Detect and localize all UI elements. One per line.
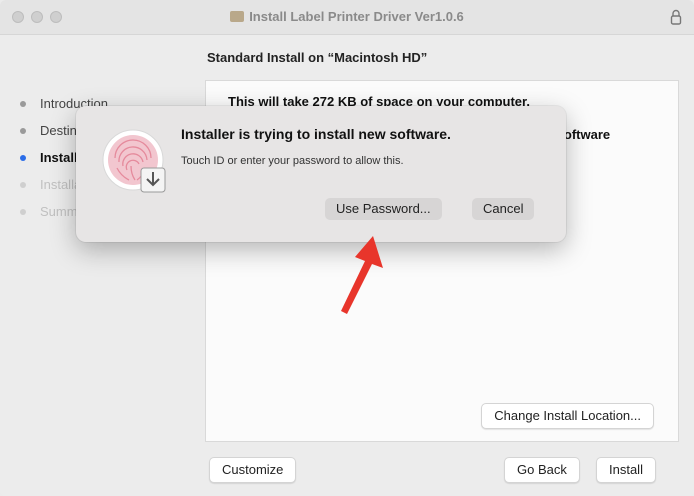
- customize-button[interactable]: Customize: [209, 457, 297, 483]
- step-bullet: [20, 101, 26, 107]
- step-bullet: [20, 182, 26, 188]
- step-bullet: [20, 128, 26, 134]
- page-heading: Standard Install on “Macintosh HD”: [207, 50, 428, 65]
- lock-icon[interactable]: [670, 9, 682, 25]
- change-install-location-button[interactable]: Change Install Location...: [481, 403, 654, 429]
- install-button[interactable]: Install: [596, 457, 656, 483]
- window-title-text: Install Label Printer Driver Ver1.0.6: [249, 9, 464, 24]
- cancel-button[interactable]: Cancel: [472, 198, 535, 220]
- red-arrow-annotation: [341, 236, 383, 314]
- step-bullet: [20, 209, 26, 215]
- dialog-subtitle: Touch ID or enter your password to allow…: [181, 155, 404, 167]
- title-bar: Install Label Printer Driver Ver1.0.6: [0, 0, 694, 35]
- window-title: Install Label Printer Driver Ver1.0.6: [0, 9, 694, 24]
- dialog-title: Installer is trying to install new softw…: [181, 126, 451, 142]
- package-icon: [230, 11, 245, 22]
- go-back-button[interactable]: Go Back: [504, 457, 580, 483]
- authorization-dialog: Installer is trying to install new softw…: [76, 106, 566, 242]
- use-password-button[interactable]: Use Password...: [325, 198, 442, 220]
- step-bullet-active: [20, 155, 26, 161]
- fingerprint-icon: [102, 129, 166, 193]
